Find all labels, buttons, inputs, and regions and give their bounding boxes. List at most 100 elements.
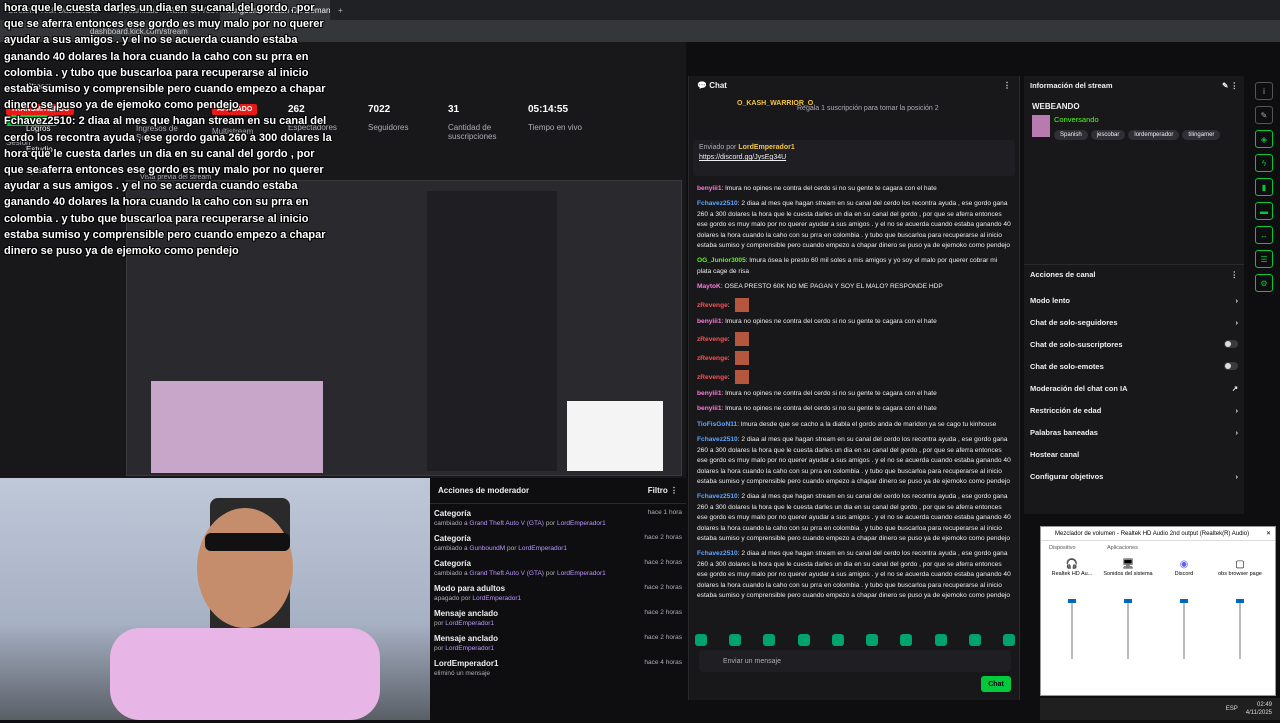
user-link[interactable]: LordEmperador1 [445,645,494,652]
emote-button[interactable] [695,634,707,646]
pinned-message[interactable]: Enviado por LordEmperador1 https://disco… [693,140,1015,176]
mod-action-title: Mensaje anclado [434,634,499,643]
gift-banner[interactable]: O_KASH_WARRIOR_O Regala 1 suscripción pa… [737,100,939,112]
lightning-icon[interactable]: ϟ [1255,154,1273,172]
emote-button[interactable] [968,634,981,646]
channel-action-label: Hostear canal [1030,449,1080,459]
user-link[interactable]: LordEmperador1 [518,545,567,552]
slider-knob[interactable] [1236,599,1244,603]
channel-action-item[interactable]: Chat de solo-suscriptores [1024,333,1244,355]
emote-button[interactable] [934,634,947,646]
shield-icon[interactable]: ◈ [1255,130,1273,148]
mod-action-pre: por [434,645,444,652]
layout-icon[interactable]: ☰ [1255,250,1273,268]
category-link[interactable]: Grand Theft Auto V (GTA) [469,570,544,577]
toggle-switch[interactable] [1224,340,1238,348]
volume-slider[interactable] [1124,599,1132,659]
mixer-title-bar: Mezclador de volumen - Realtek HD Audio … [1041,527,1275,541]
channel-action-item[interactable]: Palabras baneadas › [1024,421,1244,443]
filter-button[interactable]: Filtro ⋮ [648,486,678,495]
emote-button[interactable] [866,634,879,646]
menu-icon[interactable]: ⋮ [1231,270,1239,279]
user-link[interactable]: LordEmperador1 [472,595,521,602]
chat-username[interactable]: Fchavez2510 [697,493,738,500]
category-link[interactable]: Grand Theft Auto V (GTA) [469,520,544,527]
emote-button[interactable] [797,634,810,646]
category-thumbnail [1032,115,1050,137]
chat-username[interactable]: Fchavez2510 [697,200,738,207]
mod-action-item: LordEmperador1 eliminó un mensaje hace 4 … [430,654,686,679]
close-icon[interactable]: ✕ [1266,530,1275,537]
chat-username[interactable]: zRevenge [697,336,728,343]
send-chat-button[interactable]: Chat [981,676,1011,692]
slider-knob[interactable] [1180,599,1188,603]
emote-image [735,351,750,366]
chat-username[interactable]: Fchavez2510 [697,436,738,443]
slider-knob[interactable] [1124,599,1132,603]
mod-action-desc: por LordEmperador1 [434,645,498,652]
emote-button[interactable] [831,634,844,646]
channel-action-label: Chat de solo-seguidores [1030,317,1118,327]
chat-username[interactable]: TioFisGoN11 [697,421,737,428]
channel-action-item[interactable]: Moderación del chat con IA ↗ [1024,377,1244,399]
chat-menu-icon[interactable]: ⋮ [1003,81,1011,90]
channel-action-item[interactable]: Configurar objetivos › [1024,465,1244,487]
chat-username[interactable]: benyiii1 [697,318,722,325]
pinned-link[interactable]: https://discord.gg/JysEg34U [699,154,1009,161]
browser-icon: ▢ [1235,559,1245,570]
chevron-right-icon: › [1235,295,1239,305]
user-link[interactable]: LordEmperador1 [445,620,494,627]
channel-actions-list: Modo lento › Chat de solo-seguidores › Chat … [1024,289,1244,487]
pencil-icon[interactable]: ✎ [1255,106,1273,124]
stream-info-panel: Información del stream ✎ ⋮ WEBEANDO Conv… [1024,76,1244,266]
colon: : [727,373,732,381]
mixer-column: ◉ Discord [1159,559,1209,659]
chat-username[interactable]: benyiii1 [697,390,722,397]
chat-username[interactable]: Fchavez2510 [697,550,738,557]
channel-action-item[interactable]: Hostear canal [1024,443,1244,465]
slider-knob[interactable] [1068,599,1076,603]
taskbar-language[interactable]: ESP [1226,706,1238,712]
mod-action-time: hace 4 horas [644,659,682,666]
chat-username[interactable]: benyiii1 [697,405,722,412]
info-icon[interactable]: i [1255,82,1273,100]
chat-username[interactable]: MaytoK [697,283,721,290]
user-link[interactable]: LordEmperador1 [557,570,606,577]
arrows-icon[interactable]: ↔ [1255,226,1273,244]
emote-button[interactable] [729,634,742,646]
channel-action-item[interactable]: Chat de solo-seguidores › [1024,311,1244,333]
wrench-icon[interactable]: ⚙ [1255,274,1273,292]
stream-category[interactable]: Conversando [1054,115,1223,124]
volume-slider[interactable] [1180,599,1188,659]
category-link[interactable]: GunboundM [469,545,505,552]
emote-button[interactable] [900,634,913,646]
message-icon[interactable]: ▬ [1255,202,1273,220]
emote-button[interactable] [1002,634,1015,646]
mod-action-body: LordEmperador1 eliminó un mensaje [434,659,498,677]
chat-username[interactable]: OG_Junior3005 [697,257,746,264]
card-icon[interactable]: ▮ [1255,178,1273,196]
chat-messages: benyiii1: lmura no opines ne contra del … [697,184,1013,606]
emote-button[interactable] [763,634,776,646]
mixer-device-label: Dispositivo [1049,545,1076,551]
tag: jescobar [1090,130,1126,140]
chat-message: TioFisGoN11: lmura desde que se cacho a … [697,420,1013,430]
chat-username[interactable]: benyiii1 [697,185,722,192]
chat-username[interactable]: zRevenge [697,355,728,362]
taskbar-clock[interactable]: 02:49 4/11/2025 [1246,701,1272,717]
stat-suscripciones: 31 Cantidad de suscripciones [442,96,522,149]
channel-action-item[interactable]: Restricción de edad › [1024,399,1244,421]
mod-action-item: Modo para adultos apagado por LordEmperad… [430,579,686,604]
channel-action-label: Configurar objetivos [1030,471,1104,481]
chat-username[interactable]: zRevenge [697,374,728,381]
channel-action-item[interactable]: Modo lento › [1024,289,1244,311]
overlay-line: estaba sumiso y comprensible pero cuando… [4,228,326,241]
volume-slider[interactable] [1068,599,1076,659]
toggle-switch[interactable] [1224,362,1238,370]
chat-username[interactable]: zRevenge [697,301,728,308]
volume-slider[interactable] [1236,599,1244,659]
user-link[interactable]: LordEmperador1 [557,520,606,527]
chat-input[interactable]: Enviar un mensaje [699,650,1011,672]
channel-action-item[interactable]: Chat de solo-emotes [1024,355,1244,377]
edit-icon[interactable]: ✎ ⋮ [1222,81,1238,90]
